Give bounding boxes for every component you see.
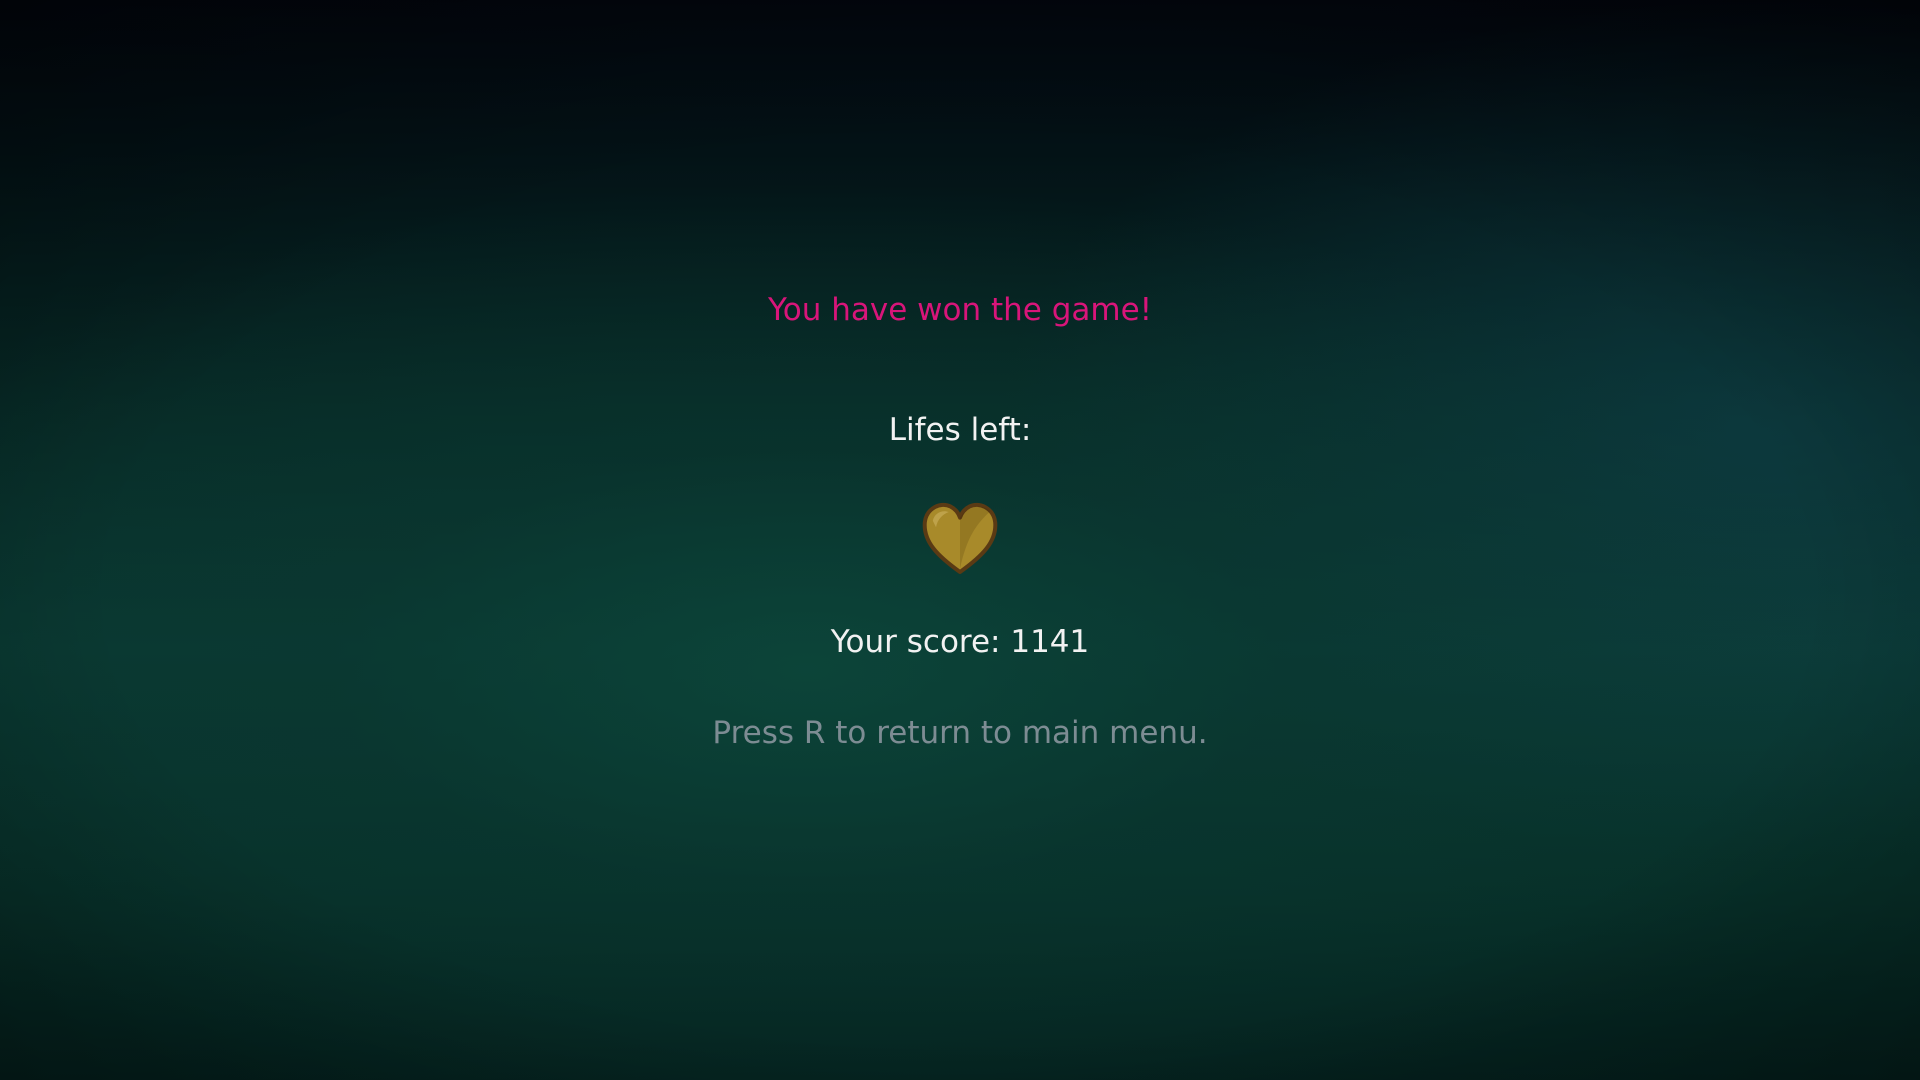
win-title: You have won the game! bbox=[767, 292, 1153, 328]
return-hint: Press R to return to main menu. bbox=[712, 715, 1208, 751]
lives-row bbox=[0, 500, 1920, 576]
score-display: Your score: 1141 bbox=[0, 624, 1920, 660]
game-won-screen: You have won the game! Lifes left: Your … bbox=[0, 0, 1920, 1080]
lives-label: Lifes left: bbox=[888, 412, 1032, 448]
heart-icon bbox=[922, 502, 998, 574]
score-label: Your score: bbox=[830, 624, 1011, 660]
score-value: 1141 bbox=[1010, 624, 1090, 660]
